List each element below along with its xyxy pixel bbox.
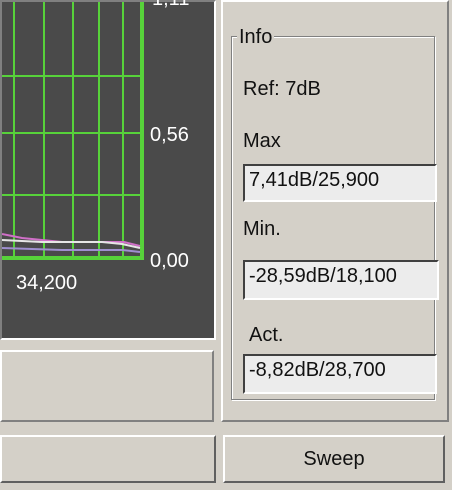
info-group-title: Info [237, 26, 275, 49]
ref-label: Ref: 7dB [243, 78, 321, 100]
info-panel: Info Ref: 7dB Max 7,41dB/25,900 Min. -28… [221, 0, 449, 422]
min-label: Min. [243, 218, 281, 240]
x-tick-label: 34,200 [16, 272, 78, 294]
plot-area: 1,11 0,56 0,00 34,200 [2, 0, 214, 338]
left-middle-panel [0, 350, 214, 422]
trace-violet [2, 247, 141, 253]
min-value-field[interactable]: -28,59dB/18,100 [243, 260, 439, 300]
y-tick-bottom: 0,00 [150, 250, 189, 272]
y-tick-top: 1,11 [152, 0, 189, 11]
y-tick-mid: 0,56 [150, 124, 189, 146]
act-value-field[interactable]: -8,82dB/28,700 [243, 354, 437, 394]
plot-panel: 1,11 0,56 0,00 34,200 [0, 0, 216, 340]
max-value-field[interactable]: 7,41dB/25,900 [243, 164, 437, 202]
act-label: Act. [249, 324, 284, 346]
left-bottom-button[interactable] [0, 435, 216, 483]
sweep-button[interactable]: Sweep [223, 435, 445, 483]
max-label: Max [243, 130, 281, 152]
